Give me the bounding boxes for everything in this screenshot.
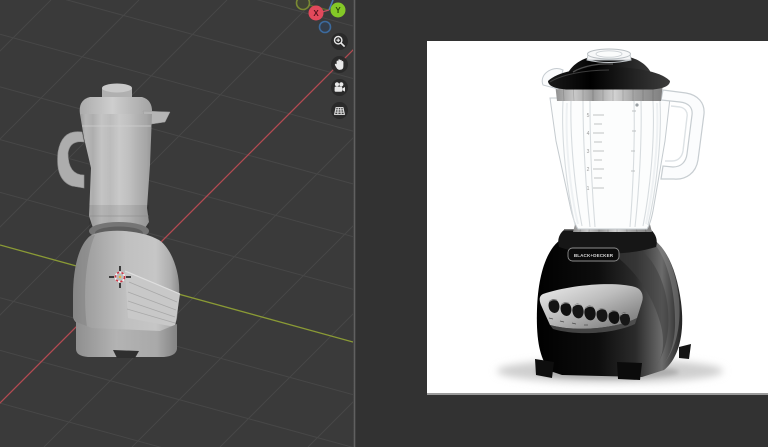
navigation-gizmo[interactable]: X Y: [293, 0, 353, 36]
tick-5: 5: [587, 113, 590, 119]
brand-badge: BLACK+DECKER: [567, 247, 620, 262]
tick-1: 1: [587, 186, 590, 192]
camera-view-button[interactable]: [331, 79, 348, 96]
viewport-scene: [0, 0, 353, 447]
tick-2: 2: [587, 167, 590, 173]
perspective-grid-icon: [333, 107, 346, 115]
pan-tool-button[interactable]: [331, 56, 348, 73]
3d-viewport[interactable]: X Y: [0, 0, 353, 447]
gizmo-neg-axis-ball[interactable]: [295, 0, 311, 11]
zoom-tool-button[interactable]: [331, 33, 348, 50]
reference-product-image: BLACK+DECKER 5 4 3 2 1: [427, 41, 768, 395]
reference-panel: BLACK+DECKER 5 4 3 2 1: [356, 0, 768, 447]
viewport-toolbar: [331, 33, 348, 119]
tick-3: 3: [587, 149, 590, 155]
app-window: X Y BLACK+DECKER 5 4 3 2 1: [0, 0, 768, 447]
orthographic-toggle-button[interactable]: [331, 102, 348, 119]
movie-camera-icon: [334, 82, 345, 92]
magnifier-plus-icon: [333, 35, 346, 48]
gizmo-neg-z-ball[interactable]: [318, 20, 332, 34]
hand-icon: [334, 59, 344, 70]
brand-logo-text: BLACK+DECKER: [574, 253, 614, 258]
gizmo-x-label: X: [313, 9, 319, 18]
gizmo-y-label: Y: [335, 6, 341, 15]
tick-4: 4: [587, 131, 590, 137]
control-panel: [539, 284, 643, 334]
